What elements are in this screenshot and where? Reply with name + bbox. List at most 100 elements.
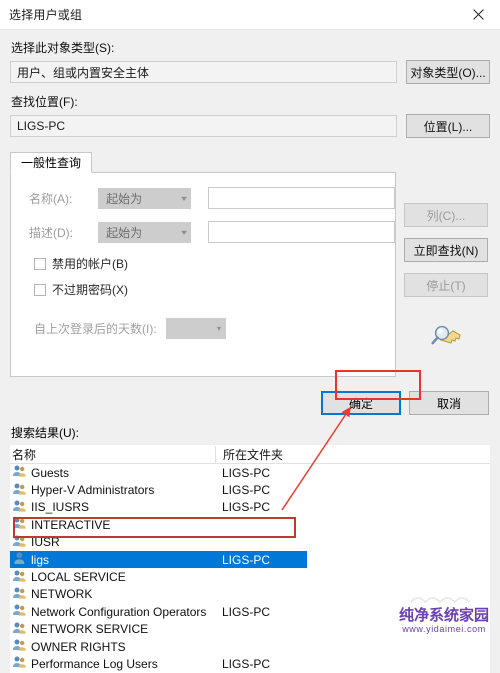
row-name-text: INTERACTIVE [31, 517, 111, 532]
cell-name: IIS_IUSRS [10, 499, 215, 516]
list-header: 名称 所在文件夹 [10, 445, 490, 464]
ok-button[interactable]: 确定 [321, 391, 401, 415]
name-query-row: 名称(A): 起始为 ▾ [29, 187, 395, 209]
non-expiring-password-label: 不过期密码(X) [52, 283, 128, 297]
cell-name: OWNER RIGHTS [10, 638, 215, 655]
watermark-url: www.yidaimei.com [402, 624, 486, 634]
search-key-icon [431, 325, 461, 345]
list-rows: Guests LIGS-PC Hyper-V Administrators LIGS-… [10, 464, 490, 673]
days-since-logon-label: 自上次登录后的天数(I): [34, 322, 157, 336]
name-operator-value: 起始为 [106, 191, 143, 206]
group-icon [12, 516, 27, 533]
non-expiring-password-checkbox[interactable] [34, 283, 46, 296]
tab-common-query[interactable]: 一般性查询 [10, 152, 93, 173]
cell-folder: LIGS-PC [222, 465, 271, 480]
query-area: 名称(A): 起始为 ▾ 描述(D): 起始为 ▾ 禁用的帐户(B) 不过期密码… [10, 172, 490, 377]
column-header-folder[interactable]: 所在文件夹 [215, 445, 301, 463]
cell-name: IUSR [10, 534, 215, 551]
cell-name: Guests [10, 464, 215, 481]
cell-name: Network Configuration Operators [10, 603, 215, 620]
row-name-text: NETWORK [31, 587, 93, 602]
cell-folder: LIGS-PC [222, 483, 271, 498]
location-row: LIGS-PC 位置(L)... [10, 114, 490, 138]
chevron-down-icon: ▾ [180, 227, 187, 237]
dialog-actions: 确定 取消 [10, 391, 490, 415]
cell-folder: LIGS-PC [222, 500, 271, 515]
location-label: 查找位置(F): [11, 95, 78, 109]
cell-folder: LIGS-PC [222, 604, 271, 619]
row-name-text: Guests [31, 465, 70, 480]
description-operator-select[interactable]: 起始为 ▾ [98, 221, 191, 243]
location-field[interactable]: LIGS-PC [10, 115, 397, 137]
table-row[interactable]: IIS_IUSRS LIGS-PC [10, 499, 490, 516]
group-icon [12, 655, 27, 672]
cell-name: LOCAL SERVICE [10, 569, 215, 586]
name-operator-select[interactable]: 起始为 ▾ [98, 187, 191, 209]
description-operator-value: 起始为 [106, 225, 143, 240]
dialog-body: 选择此对象类型(S): 用户、组或内置安全主体 对象类型(O)... 查找位置(… [0, 39, 500, 673]
row-name-text: OWNER RIGHTS [31, 639, 126, 654]
description-label: 描述(D): [29, 225, 73, 240]
disabled-accounts-checkbox[interactable] [34, 257, 46, 270]
cell-name: NETWORK [10, 586, 215, 603]
query-panel: 名称(A): 起始为 ▾ 描述(D): 起始为 ▾ 禁用的帐户(B) 不过期密码… [10, 172, 396, 377]
object-type-field[interactable]: 用户、组或内置安全主体 [10, 61, 397, 83]
row-name-text: LOCAL SERVICE [31, 570, 126, 585]
user-icon [12, 551, 27, 568]
table-row[interactable]: ligs LIGS-PC [10, 550, 307, 569]
group-icon [12, 534, 27, 551]
name-input[interactable] [207, 187, 395, 209]
table-row[interactable]: Performance Log Users LIGS-PC [10, 655, 490, 672]
table-row[interactable]: LOCAL SERVICE [10, 568, 490, 585]
search-results-label: 搜索结果(U): [11, 426, 79, 440]
watermark-logo-icon [410, 597, 471, 604]
days-since-logon-select[interactable]: ▾ [166, 318, 226, 339]
cell-name: NETWORK SERVICE [10, 621, 215, 638]
columns-button[interactable]: 列(C)... [404, 203, 488, 227]
row-name-text: IUSR [31, 535, 60, 550]
watermark: 纯净系统家园 www.yidaimei.com [394, 593, 494, 635]
non-expiring-password-row[interactable]: 不过期密码(X) [34, 281, 395, 298]
row-name-text: NETWORK SERVICE [31, 622, 149, 637]
stop-button[interactable]: 停止(T) [404, 273, 488, 297]
disabled-accounts-label: 禁用的帐户(B) [52, 257, 128, 271]
group-icon [12, 482, 27, 499]
description-query-row: 描述(D): 起始为 ▾ [29, 221, 395, 243]
chevron-down-icon: ▾ [180, 193, 187, 203]
row-name-text: Network Configuration Operators [31, 604, 207, 619]
close-icon[interactable] [456, 0, 500, 29]
group-icon [12, 464, 27, 481]
object-type-row: 用户、组或内置安全主体 对象类型(O)... [10, 60, 490, 84]
title-bar: 选择用户或组 [0, 0, 500, 30]
group-icon [12, 603, 27, 620]
cell-name: Performance Log Users [10, 655, 215, 672]
table-row[interactable]: INTERACTIVE [10, 516, 490, 533]
group-icon [12, 638, 27, 655]
tab-strip: 一般性查询 [10, 152, 490, 173]
name-label: 名称(A): [29, 191, 73, 206]
table-row[interactable]: Guests LIGS-PC [10, 464, 490, 481]
table-row[interactable]: OWNER RIGHTS [10, 638, 490, 655]
cell-name: Hyper-V Administrators [10, 482, 215, 499]
group-icon [12, 569, 27, 586]
object-type-button[interactable]: 对象类型(O)... [406, 60, 490, 84]
cell-name: ligs [10, 551, 215, 568]
row-name-text: IIS_IUSRS [31, 500, 90, 515]
window-title: 选择用户或组 [9, 8, 83, 22]
table-row[interactable]: Hyper-V Administrators LIGS-PC [10, 481, 490, 498]
query-side-buttons: 列(C)... 立即查找(N) 停止(T) [404, 173, 488, 352]
description-input[interactable] [207, 221, 395, 243]
cell-folder: LIGS-PC [222, 552, 271, 567]
find-now-button[interactable]: 立即查找(N) [404, 238, 488, 262]
location-button[interactable]: 位置(L)... [406, 114, 490, 138]
object-type-label: 选择此对象类型(S): [11, 41, 115, 55]
cancel-button[interactable]: 取消 [409, 391, 489, 415]
cell-folder: LIGS-PC [222, 656, 271, 671]
row-name-text: Hyper-V Administrators [31, 483, 155, 498]
column-header-name[interactable]: 名称 [10, 446, 215, 463]
group-icon [12, 621, 27, 638]
row-name-text: Performance Log Users [31, 656, 158, 671]
disabled-accounts-row[interactable]: 禁用的帐户(B) [34, 255, 395, 272]
watermark-title: 纯净系统家园 [398, 607, 489, 624]
table-row[interactable]: IUSR [10, 534, 490, 551]
